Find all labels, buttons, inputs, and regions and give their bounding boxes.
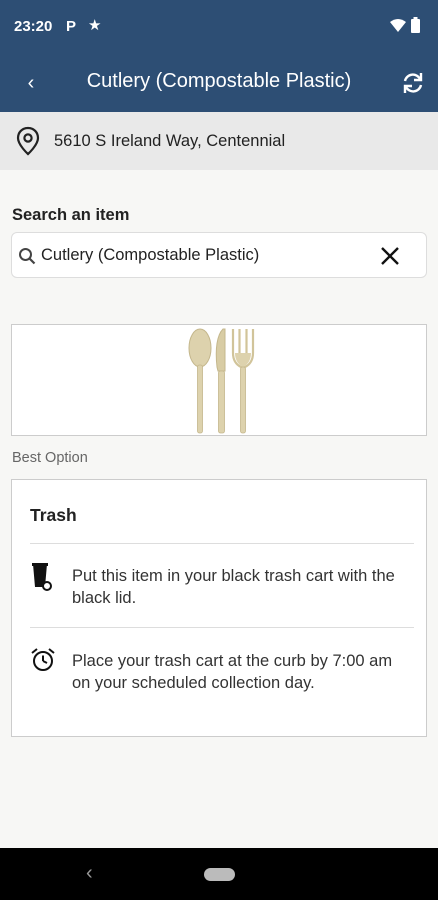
chevron-left-icon: ‹ <box>27 72 35 94</box>
search-box[interactable] <box>11 232 427 278</box>
address-bar[interactable]: 5610 S Ireland Way, Centennial <box>0 112 438 170</box>
navigation-bar: ‹ <box>0 848 438 900</box>
refresh-icon[interactable] <box>400 70 426 96</box>
item-image <box>11 324 427 436</box>
nav-home-button[interactable] <box>204 868 235 881</box>
search-input[interactable] <box>41 246 361 265</box>
cutlery-image <box>188 328 255 434</box>
disposal-card: Trash Put this item in your black trash … <box>11 479 427 737</box>
parking-icon: P <box>66 18 77 35</box>
nav-back-button[interactable]: ‹ <box>86 862 93 885</box>
search-icon <box>19 248 36 265</box>
close-icon[interactable] <box>378 244 402 268</box>
divider <box>30 543 414 544</box>
instruction-text-curb: Place your trash cart at the curb by 7:0… <box>72 652 393 692</box>
wifi-icon <box>390 19 406 32</box>
location-pin-icon <box>16 126 40 156</box>
card-title: Trash <box>30 505 77 525</box>
divider <box>30 627 414 628</box>
trash-cart-icon <box>32 563 52 591</box>
app-bar: ‹ Cutlery (Compostable Plastic) <box>0 54 438 112</box>
page-title: Cutlery (Compostable Plastic) <box>86 70 352 92</box>
status-time: 23:20 <box>14 18 53 35</box>
star-icon: ★ <box>88 17 102 34</box>
battery-icon <box>411 17 420 33</box>
best-option-label: Best Option <box>12 450 88 466</box>
status-bar: 23:20 P ★ <box>0 0 438 54</box>
instruction-text-cart: Put this item in your black trash cart w… <box>72 567 395 607</box>
search-label: Search an item <box>12 206 130 224</box>
alarm-clock-icon <box>31 648 55 671</box>
address-text: 5610 S Ireland Way, Centennial <box>54 132 286 150</box>
back-button[interactable]: ‹ <box>18 68 44 98</box>
